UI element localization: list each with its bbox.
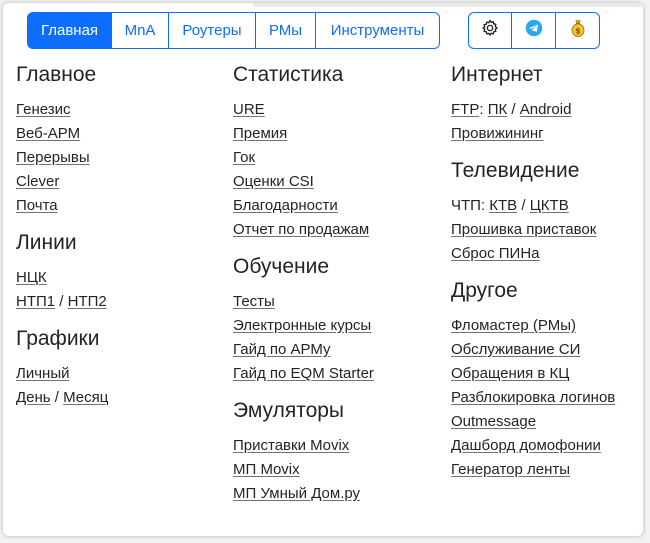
section-lines: Линии НЦК НТП1 / НТП2 [16,228,108,314]
link-sales-report[interactable]: Отчет по продажам [233,221,369,238]
link-unlock-logins[interactable]: Разблокировка логинов [451,389,615,406]
link-cktv[interactable]: ЦКТВ [530,197,569,214]
section-schedules: Графики Личный День / Месяц [16,324,108,410]
column-main: Главное Генезис Веб-АРМ Перерывы Clever … [16,60,108,420]
section-title-internet: Интернет [451,63,543,86]
settings-button[interactable] [468,12,512,49]
section-emulators: Эмуляторы Приставки Movix МП Movix МП Ум… [233,396,374,506]
link-pin-reset[interactable]: Сброс ПИНа [451,245,540,262]
link-movix-stb[interactable]: Приставки Movix [233,437,349,454]
link-feed-generator[interactable]: Генератор ленты [451,461,570,478]
link-courses[interactable]: Электронные курсы [233,317,371,334]
tab-tools[interactable]: Инструменты [316,12,440,49]
link-ntp1[interactable]: НТП1 [16,293,55,310]
link-clever[interactable]: Clever [16,173,59,190]
link-web-arm[interactable]: Веб-АРМ [16,125,80,142]
link-android[interactable]: Android [520,101,572,118]
money-button[interactable]: $ [556,12,600,49]
link-mail[interactable]: Почта [16,197,58,214]
main-nav: Главная MnA Роутеры РМы Инструменты [27,12,440,49]
gear-icon [481,19,499,42]
link-nck[interactable]: НЦК [16,269,47,286]
money-bag-icon: $ [569,18,587,43]
link-flomaster[interactable]: Фломастер (РМы) [451,317,576,334]
link-si-service[interactable]: Обслуживание СИ [451,341,580,358]
section-title-learning: Обучение [233,255,330,278]
link-ftp[interactable]: FTP [451,101,479,118]
section-title-other: Другое [451,279,518,302]
telegram-button[interactable] [512,12,556,49]
link-eqm-guide[interactable]: Гайд по EQM Starter [233,365,374,382]
link-pc[interactable]: ПК [488,101,508,118]
link-arm-guide[interactable]: Гайд по АРМу [233,341,331,358]
link-provisioning[interactable]: Провижининг [451,125,544,142]
link-ktv[interactable]: КТВ [489,197,517,214]
link-firmware[interactable]: Прошивка приставок [451,221,596,238]
svg-text:$: $ [575,26,580,35]
link-outmessage[interactable]: Outmessage [451,413,536,430]
tab-routers[interactable]: Роутеры [169,12,256,49]
section-internet: Интернет FTP: ПК / Android Провижининг [451,60,615,146]
tab-main[interactable]: Главная [27,12,112,49]
section-title-emulators: Эмуляторы [233,399,345,422]
column-internet: Интернет FTP: ПК / Android Провижининг Т… [451,60,615,492]
link-breaks[interactable]: Перерывы [16,149,90,166]
section-title-statistics: Статистика [233,63,344,86]
link-gok[interactable]: Гок [233,149,255,166]
section-learning: Обучение Тесты Электронные курсы Гайд по… [233,252,374,386]
link-tests[interactable]: Тесты [233,293,275,310]
link-ure[interactable]: URE [233,101,265,118]
section-statistics: Статистика URE Премия Гок Оценки CSI Бла… [233,60,374,242]
link-smart-home[interactable]: МП Умный Дом.ру [233,485,360,502]
link-kc-requests[interactable]: Обращения в КЦ [451,365,569,382]
link-movix-app[interactable]: МП Movix [233,461,300,478]
section-main: Главное Генезис Веб-АРМ Перерывы Clever … [16,60,108,218]
chtp-label: ЧТП: [451,197,490,214]
section-title-schedules: Графики [16,327,100,350]
section-other: Другое Фломастер (РМы) Обслуживание СИ О… [451,276,615,482]
link-month[interactable]: Месяц [63,389,108,406]
section-title-main: Главное [16,63,97,86]
tab-rm[interactable]: РМы [256,12,316,49]
link-genesis[interactable]: Генезис [16,101,71,118]
section-tv: Телевидение ЧТП: КТВ / ЦКТВ Прошивка при… [451,156,615,266]
separator: / [507,101,520,118]
separator: / [517,197,530,214]
section-title-tv: Телевидение [451,159,580,182]
link-personal[interactable]: Личный [16,365,69,382]
top-strip [253,3,643,7]
link-bonus[interactable]: Премия [233,125,287,142]
separator: / [50,389,64,406]
link-ntp2[interactable]: НТП2 [68,293,107,310]
separator: : [479,101,488,118]
tab-mna[interactable]: MnA [112,12,169,49]
link-intercom-dashboard[interactable]: Дашборд домофонии [451,437,601,454]
column-statistics: Статистика URE Премия Гок Оценки CSI Бла… [233,60,374,516]
link-csi[interactable]: Оценки CSI [233,173,314,190]
section-title-lines: Линии [16,231,77,254]
tool-buttons: $ [468,12,600,49]
telegram-icon [525,19,543,42]
link-day[interactable]: День [16,389,51,406]
link-thanks[interactable]: Благодарности [233,197,338,214]
separator: / [55,293,68,310]
